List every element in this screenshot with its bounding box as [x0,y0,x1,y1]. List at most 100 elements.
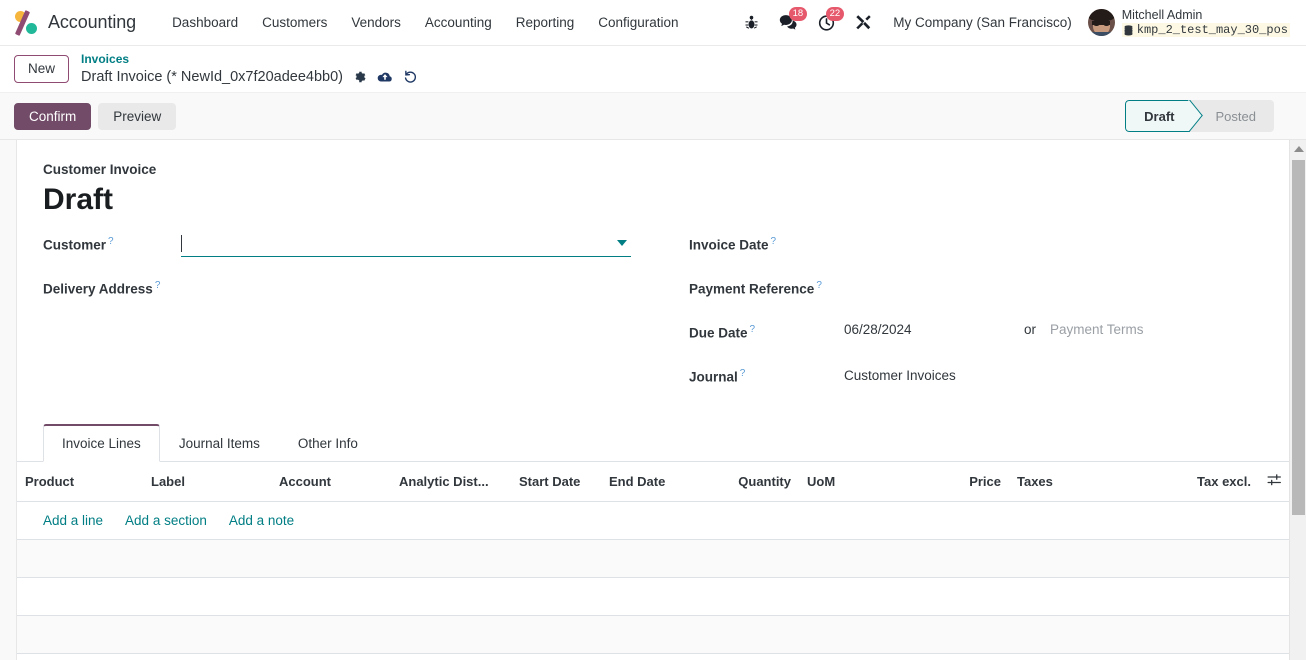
payment-reference-help-icon[interactable]: ? [816,280,822,291]
messages-icon[interactable]: 18 [770,6,808,40]
delivery-address-help-icon[interactable]: ? [155,280,161,291]
navbar-systray: 18 22 My Company (San Francisco) Mitchel… [735,6,1296,40]
gear-icon[interactable] [353,70,367,84]
company-switcher[interactable]: My Company (San Francisco) [883,9,1082,36]
table-row [17,615,1291,655]
column-header-analytic-distribution[interactable]: Analytic Dist... [391,462,511,503]
column-header-uom[interactable]: UoM [799,462,929,503]
field-row-payment-reference: Payment Reference? [689,278,1263,302]
column-header-start-date[interactable]: Start Date [511,462,601,503]
activities-clock-icon[interactable]: 22 [809,6,845,40]
document-type-label: Customer Invoice [43,162,157,178]
vertical-scrollbar[interactable] [1289,140,1306,660]
table-row [17,539,1291,579]
menu-item-accounting[interactable]: Accounting [413,9,504,36]
customer-input[interactable] [181,234,631,258]
control-panel-breadcrumb: New Invoices Draft Invoice (* NewId_0x7f… [0,46,1306,94]
app-brand-name[interactable]: Accounting [48,12,136,33]
notebook: Invoice Lines Journal Items Other Info P… [17,424,1291,660]
invoice-date-label: Invoice Date? [689,236,777,253]
breadcrumb-current-record: Draft Invoice (* NewId_0x7f20adee4bb0) [81,69,343,85]
form-left-column: Customer? Delivery Address? [43,234,671,410]
control-panel-actions: Confirm Preview Draft Posted [0,93,1306,141]
add-a-section-link[interactable]: Add a section [125,513,207,528]
notebook-tabs: Invoice Lines Journal Items Other Info [17,424,1289,463]
column-header-end-date[interactable]: End Date [601,462,713,503]
menu-item-customers[interactable]: Customers [250,9,339,36]
payment-terms-input[interactable]: Payment Terms [1050,322,1144,337]
bug-icon[interactable] [735,6,768,40]
status-step-draft[interactable]: Draft [1125,100,1190,133]
payment-reference-label: Payment Reference? [689,280,822,297]
database-name: kmp_2_test_may_30_pos [1136,23,1288,38]
user-name: Mitchell Admin [1121,7,1203,22]
delivery-address-value[interactable] [181,278,671,300]
status-bar: Draft Posted [1125,100,1274,133]
invoice-form-sheet: Customer Invoice Draft Customer? Deliver… [16,140,1291,660]
chevron-down-icon[interactable] [617,240,627,247]
odoo-logo-icon [14,9,40,36]
column-header-product[interactable]: Product [17,462,143,503]
tab-other-info[interactable]: Other Info [279,424,377,462]
column-header-quantity[interactable]: Quantity [713,462,799,503]
invoice-date-value[interactable] [844,234,1263,256]
scroll-up-arrow-icon[interactable] [1290,140,1306,157]
payment-reference-value[interactable] [844,278,1263,300]
table-row [17,577,1291,617]
new-record-button[interactable]: New [14,54,70,84]
discard-undo-icon[interactable] [403,70,418,84]
sliders-icon[interactable] [1267,473,1282,487]
main-menu: Dashboard Customers Vendors Accounting R… [160,9,691,36]
column-header-taxes[interactable]: Taxes [1009,462,1139,503]
add-links-group: Add a line Add a section Add a note [43,513,1283,528]
field-row-invoice-date: Invoice Date? [689,234,1263,258]
tab-journal-items[interactable]: Journal Items [160,424,279,462]
preview-button[interactable]: Preview [98,102,177,130]
column-header-label[interactable]: Label [143,462,271,503]
due-date-value[interactable]: 06/28/2024 [844,322,1024,337]
form-right-column: Invoice Date? Payment Reference? Due Dat… [671,234,1263,410]
add-line-row: Add a line Add a section Add a note [17,501,1291,541]
user-menu[interactable]: Mitchell Admin kmp_2_test_may_30_pos [1084,6,1296,40]
field-row-journal: Journal? Customer Invoices [689,366,1263,390]
cloud-upload-save-icon[interactable] [377,71,393,84]
customer-label: Customer? [43,236,114,253]
table-header-row: Product Label Account Analytic Dist... S… [17,462,1291,503]
menu-item-configuration[interactable]: Configuration [586,9,690,36]
field-row-delivery-address: Delivery Address? [43,278,671,302]
page-title: Draft [43,183,114,217]
optional-columns-header [1259,462,1291,503]
due-date-label: Due Date? [689,324,756,341]
form-scroll-area: Customer Invoice Draft Customer? Deliver… [0,140,1306,660]
delivery-address-label: Delivery Address? [43,280,161,297]
tab-invoice-lines[interactable]: Invoice Lines [43,424,160,463]
messages-count-badge: 18 [788,6,808,21]
column-header-account[interactable]: Account [271,462,391,503]
column-header-tax-excluded[interactable]: Tax excl. [1139,462,1259,503]
breadcrumb: Invoices Draft Invoice (* NewId_0x7f20ad… [81,52,418,86]
column-header-price[interactable]: Price [929,462,1009,503]
menu-item-reporting[interactable]: Reporting [504,9,587,36]
add-a-line-link[interactable]: Add a line [43,513,103,528]
invoice-lines-table: Product Label Account Analytic Dist... S… [17,462,1291,660]
invoice-date-help-icon[interactable]: ? [771,236,777,247]
field-row-due-date: Due Date? 06/28/2024 or Payment Terms [689,322,1263,346]
table-row [17,653,1291,660]
journal-value[interactable]: Customer Invoices [844,366,1263,383]
tools-icon[interactable] [846,6,881,40]
due-date-help-icon[interactable]: ? [750,324,756,335]
avatar [1087,9,1115,36]
database-badge: kmp_2_test_may_30_pos [1121,23,1290,38]
confirm-button[interactable]: Confirm [14,102,92,130]
add-a-note-link[interactable]: Add a note [229,513,294,528]
journal-help-icon[interactable]: ? [740,368,746,379]
customer-help-icon[interactable]: ? [108,236,114,247]
menu-item-vendors[interactable]: Vendors [339,9,413,36]
text-cursor [181,235,182,253]
due-date-or-label: or [1024,322,1037,338]
menu-item-dashboard[interactable]: Dashboard [160,9,250,36]
field-row-customer: Customer? [43,234,671,258]
journal-label: Journal? [689,368,746,385]
scrollbar-thumb[interactable] [1292,160,1305,516]
breadcrumb-parent-invoices[interactable]: Invoices [81,52,418,67]
